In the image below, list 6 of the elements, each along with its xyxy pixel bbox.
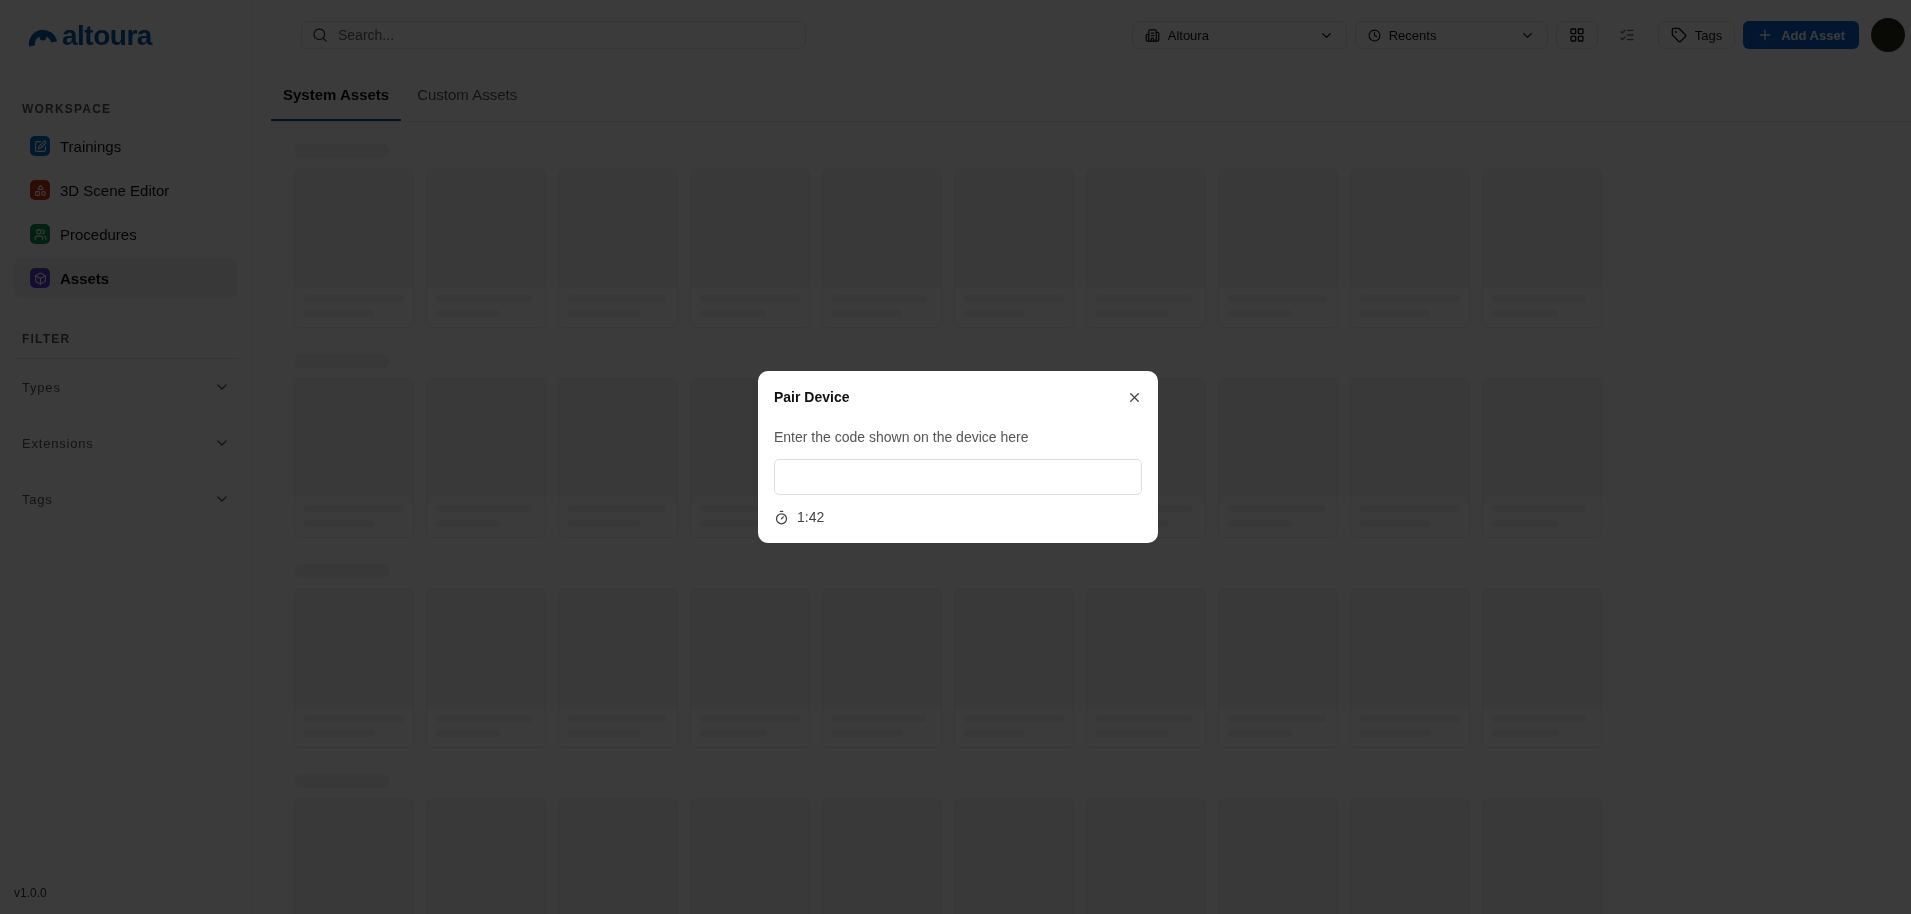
- dialog-title: Pair Device: [774, 389, 850, 405]
- timer-icon: [774, 509, 789, 525]
- code-input-field[interactable]: [774, 459, 1142, 495]
- logo-text: altoura: [62, 20, 152, 52]
- dialog-prompt: Enter the code shown on the device here: [774, 429, 1030, 445]
- countdown-timer: 1:42: [797, 509, 825, 525]
